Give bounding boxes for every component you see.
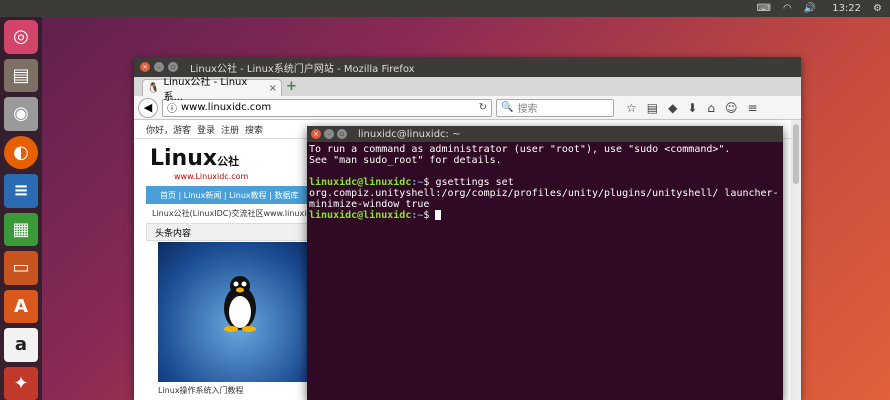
terminal-title: linuxidc@linuxidc: ~ [358, 128, 461, 140]
writer-icon[interactable]: ≡ [4, 174, 38, 208]
software-center-icon[interactable]: A [4, 289, 38, 323]
bookmark-star-icon[interactable]: ☆ [626, 101, 637, 115]
search-placeholder: 搜索 [517, 104, 538, 115]
files-icon[interactable]: ▤ [4, 58, 38, 92]
prompt-symbol: $ [423, 177, 436, 188]
feature-image[interactable] [158, 242, 318, 382]
login-link[interactable]: 登录 [197, 123, 215, 136]
prompt-user: linuxidc@linuxidc [309, 177, 412, 188]
terminal-line-1: To run a command as administrator (user … [309, 144, 731, 155]
home-icon[interactable]: ⌂ [707, 101, 715, 115]
tab-linuxidc[interactable]: 🐧 Linux公社 - Linux系... × [142, 77, 282, 103]
top-panel: ⌨ ◠ 🔊 13:22 ⚙ [0, 0, 890, 17]
amazon-icon[interactable]: a [4, 328, 38, 362]
close-icon[interactable]: × [140, 62, 150, 72]
settings-icon[interactable]: ✦ [4, 366, 38, 400]
ubuntu-dash-icon[interactable]: ◎ [4, 20, 38, 54]
terminal-window[interactable]: × – ▫ linuxidc@linuxidc: ~ To run a comm… [307, 126, 783, 400]
site-nav[interactable]: 首页 | Linux新闻 | Linux教程 | 数据库 [146, 186, 316, 204]
terminal-close-icon[interactable]: × [311, 129, 321, 139]
menu-icon[interactable]: ≡ [748, 101, 758, 115]
prompt-path-2: :~ [411, 210, 424, 221]
calc-icon[interactable]: ▦ [4, 212, 38, 246]
favicon-icon: 🐧 [147, 82, 160, 94]
smiley-icon[interactable]: ☺ [725, 101, 738, 115]
new-tab-icon[interactable]: + [286, 79, 297, 94]
volume-icon[interactable]: 🔊 [804, 3, 816, 14]
disks-icon[interactable]: ◉ [4, 97, 38, 131]
site-logo-sub: www.Linuxidc.com [174, 172, 249, 181]
terminal-command-line: linuxidc@linuxidc:~$ gsettings set org.c… [309, 177, 781, 210]
search-icon: 🔍 [501, 102, 514, 113]
power-icon[interactable]: ⚙ [873, 3, 882, 14]
tab-close-icon[interactable]: × [269, 83, 277, 94]
terminal-current-line: linuxidc@linuxidc:~$ [309, 210, 781, 221]
prompt-path: :~ [411, 177, 424, 188]
terminal-maximize-icon[interactable]: ▫ [337, 129, 347, 139]
page-scrollbar[interactable] [791, 120, 801, 400]
download-icon[interactable]: ⬇ [687, 101, 697, 115]
tab-label: Linux公社 - Linux系... [163, 77, 248, 103]
feature-caption[interactable]: Linux操作系统入门教程 [158, 385, 244, 396]
cursor [435, 210, 442, 220]
breadcrumb: Linux公社(LinuxIDC)交流社区www.linuxidc [152, 209, 316, 218]
reload-icon[interactable]: ↻ [479, 102, 487, 113]
search-input[interactable]: 🔍 搜索 [496, 98, 614, 117]
minimize-icon[interactable]: – [154, 62, 164, 72]
impress-icon[interactable]: ▭ [4, 251, 38, 285]
terminal-output[interactable]: To run a command as administrator (user … [307, 142, 783, 223]
toolbar-icons: ☆ ▤ ◆ ⬇ ⌂ ☺ ≡ [626, 101, 758, 115]
wifi-icon[interactable]: ◠ [783, 3, 792, 14]
tux-icon [224, 276, 256, 332]
url-text[interactable]: www.linuxidc.com [181, 102, 271, 113]
site-search-link[interactable]: 搜索 [245, 123, 263, 136]
register-link[interactable]: 注册 [221, 123, 239, 136]
prompt-symbol-2: $ [423, 210, 436, 221]
scrollbar-thumb[interactable] [793, 124, 799, 184]
headline-section: 头条内容 [146, 223, 316, 241]
back-icon[interactable]: ◀ [138, 97, 158, 118]
site-logo[interactable]: Linux公社 [150, 146, 239, 171]
reading-list-icon[interactable]: ▤ [647, 101, 658, 115]
terminal-line-2: See "man sudo_root" for details. [309, 155, 502, 166]
launcher: ◎ ▤ ◉ ◐ ≡ ▦ ▭ A a ✦ [0, 17, 42, 400]
pocket-icon[interactable]: ◆ [668, 101, 677, 115]
terminal-titlebar: × – ▫ linuxidc@linuxidc: ~ [307, 126, 783, 142]
tab-strip: 🐧 Linux公社 - Linux系... × + [134, 77, 801, 103]
greeting-link[interactable]: 你好，游客 [146, 123, 191, 136]
prompt-user-2: linuxidc@linuxidc [309, 210, 412, 221]
maximize-icon[interactable]: ▫ [168, 62, 178, 72]
keyboard-icon[interactable]: ⌨ [757, 3, 771, 14]
firefox-icon[interactable]: ◐ [4, 135, 38, 169]
clock[interactable]: 13:22 [832, 3, 861, 14]
terminal-minimize-icon[interactable]: – [324, 129, 334, 139]
